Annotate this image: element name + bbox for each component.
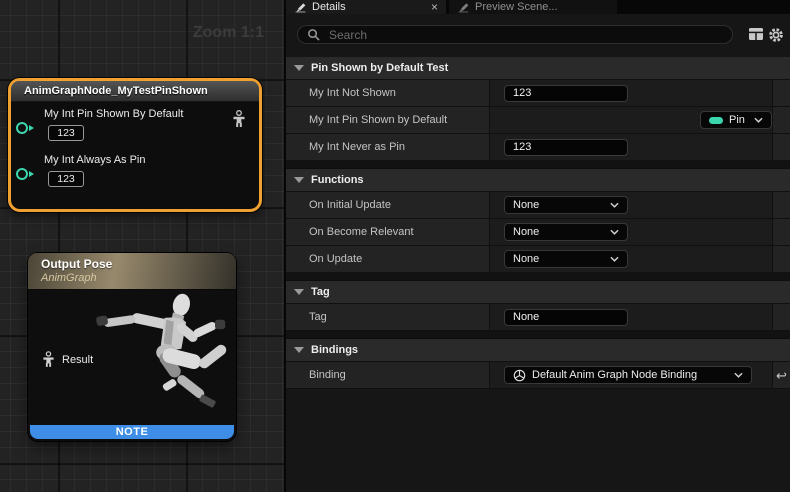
section-gap bbox=[286, 273, 790, 281]
on-become-relevant-dropdown[interactable]: None bbox=[504, 223, 628, 241]
row-extra-cell bbox=[773, 304, 790, 330]
row-extra-cell bbox=[773, 80, 790, 106]
on-initial-update-dropdown[interactable]: None bbox=[504, 196, 628, 214]
int-pin-icon[interactable] bbox=[16, 168, 28, 180]
details-panel: Details × Preview Scene... bbox=[284, 0, 790, 492]
section-header-tag[interactable]: Tag bbox=[286, 281, 790, 304]
section-title: Functions bbox=[311, 174, 364, 186]
property-row: My Int Never as Pin bbox=[286, 134, 790, 161]
reset-to-default-icon[interactable]: ↩ bbox=[776, 369, 787, 382]
anim-blueprint-editor: Zoom 1:1 AnimGraphNode_MyTestPinShown My… bbox=[0, 0, 790, 492]
note-badge[interactable]: NOTE bbox=[30, 425, 234, 439]
tab-label: Preview Scene... bbox=[475, 1, 558, 13]
row-extra-cell bbox=[773, 246, 790, 272]
search-icon bbox=[307, 28, 320, 41]
search-input[interactable] bbox=[327, 27, 723, 43]
dropdown-value: None bbox=[513, 226, 604, 238]
view-options-icon[interactable] bbox=[748, 27, 764, 41]
node-title[interactable]: AnimGraphNode_MyTestPinShown bbox=[11, 81, 259, 102]
property-sections: Pin Shown by Default Test My Int Not Sho… bbox=[286, 57, 790, 389]
property-label: On Update bbox=[286, 246, 490, 272]
collapse-arrow-icon bbox=[294, 289, 304, 295]
result-pin-label: Result bbox=[62, 354, 93, 366]
tab-details[interactable]: Details × bbox=[286, 0, 446, 14]
property-row: Binding Default Anim Graph Node Binding bbox=[286, 362, 790, 389]
person-icon[interactable] bbox=[232, 110, 246, 128]
tab-bar: Details × Preview Scene... bbox=[286, 0, 790, 14]
chevron-down-icon bbox=[734, 372, 743, 378]
collapse-arrow-icon bbox=[294, 177, 304, 183]
my-int-not-shown-input[interactable] bbox=[504, 85, 628, 102]
row-extra-cell bbox=[773, 107, 790, 133]
pin-label: My Int Always As Pin bbox=[44, 154, 145, 166]
details-tab-icon bbox=[294, 1, 307, 13]
section-gap bbox=[286, 161, 790, 169]
node-title: Output Pose bbox=[41, 257, 236, 271]
tag-input[interactable] bbox=[504, 309, 628, 326]
collapse-arrow-icon bbox=[294, 65, 304, 71]
property-row: On Update None bbox=[286, 246, 790, 273]
property-label: My Int Never as Pin bbox=[286, 134, 490, 160]
section-title: Tag bbox=[311, 286, 330, 298]
row-extra-cell bbox=[773, 134, 790, 160]
property-row: On Initial Update None bbox=[286, 192, 790, 219]
property-row: On Become Relevant None bbox=[286, 219, 790, 246]
row-extra-cell bbox=[773, 219, 790, 245]
dropdown-value: None bbox=[513, 199, 604, 211]
property-row: My Int Not Shown bbox=[286, 80, 790, 107]
tab-label: Details bbox=[312, 1, 346, 13]
section-title: Bindings bbox=[311, 344, 358, 356]
pin-capsule-icon bbox=[709, 117, 723, 124]
my-int-never-as-pin-input[interactable] bbox=[504, 139, 628, 156]
property-label: Tag bbox=[286, 304, 490, 330]
section-header-pin-shown[interactable]: Pin Shown by Default Test bbox=[286, 57, 790, 80]
graph-canvas[interactable]: Zoom 1:1 AnimGraphNode_MyTestPinShown My… bbox=[0, 0, 284, 492]
preview-scene-tab-icon bbox=[457, 1, 470, 13]
property-row: Tag bbox=[286, 304, 790, 331]
collapse-arrow-icon bbox=[294, 347, 304, 353]
close-icon[interactable]: × bbox=[431, 1, 438, 13]
zoom-level-label: Zoom 1:1 bbox=[193, 24, 264, 42]
dropdown-value: Default Anim Graph Node Binding bbox=[532, 369, 728, 381]
on-update-dropdown[interactable]: None bbox=[504, 250, 628, 268]
running-mannequin-image bbox=[84, 289, 234, 429]
property-label: Binding bbox=[286, 362, 490, 388]
property-label: My Int Pin Shown by Default bbox=[286, 107, 490, 133]
dropdown-value: None bbox=[513, 253, 604, 265]
int-pin-icon[interactable] bbox=[16, 122, 28, 134]
pin-label: My Int Pin Shown By Default bbox=[44, 108, 183, 120]
dropdown-value: Pin bbox=[729, 114, 748, 126]
section-header-bindings[interactable]: Bindings bbox=[286, 339, 790, 362]
graph-node-output-pose[interactable]: Output Pose AnimGraph bbox=[28, 253, 236, 441]
node-header[interactable]: Output Pose AnimGraph bbox=[28, 253, 236, 290]
property-row: My Int Pin Shown by Default Pin bbox=[286, 107, 790, 134]
chevron-down-icon bbox=[610, 229, 619, 235]
chevron-down-icon bbox=[610, 202, 619, 208]
graph-node-test[interactable]: AnimGraphNode_MyTestPinShown My Int Pin … bbox=[8, 78, 262, 212]
binding-dropdown[interactable]: Default Anim Graph Node Binding bbox=[504, 366, 752, 384]
chevron-down-icon bbox=[754, 117, 763, 123]
pin-value-input[interactable] bbox=[48, 125, 84, 141]
chevron-down-icon bbox=[610, 256, 619, 262]
row-extra-cell bbox=[773, 192, 790, 218]
result-pose-pin[interactable]: Result bbox=[42, 351, 93, 368]
node-subtitle: AnimGraph bbox=[41, 272, 236, 284]
gear-icon[interactable] bbox=[768, 27, 784, 43]
tab-preview-scene[interactable]: Preview Scene... bbox=[449, 0, 617, 14]
section-gap bbox=[286, 331, 790, 339]
section-header-functions[interactable]: Functions bbox=[286, 169, 790, 192]
search-bar[interactable] bbox=[297, 25, 733, 44]
property-label: On Become Relevant bbox=[286, 219, 490, 245]
section-title: Pin Shown by Default Test bbox=[311, 62, 448, 74]
property-label: My Int Not Shown bbox=[286, 80, 490, 106]
binding-icon bbox=[513, 369, 526, 382]
person-icon bbox=[42, 351, 55, 368]
pin-mode-dropdown[interactable]: Pin bbox=[700, 111, 772, 129]
pin-value-input[interactable] bbox=[48, 171, 84, 187]
property-label: On Initial Update bbox=[286, 192, 490, 218]
